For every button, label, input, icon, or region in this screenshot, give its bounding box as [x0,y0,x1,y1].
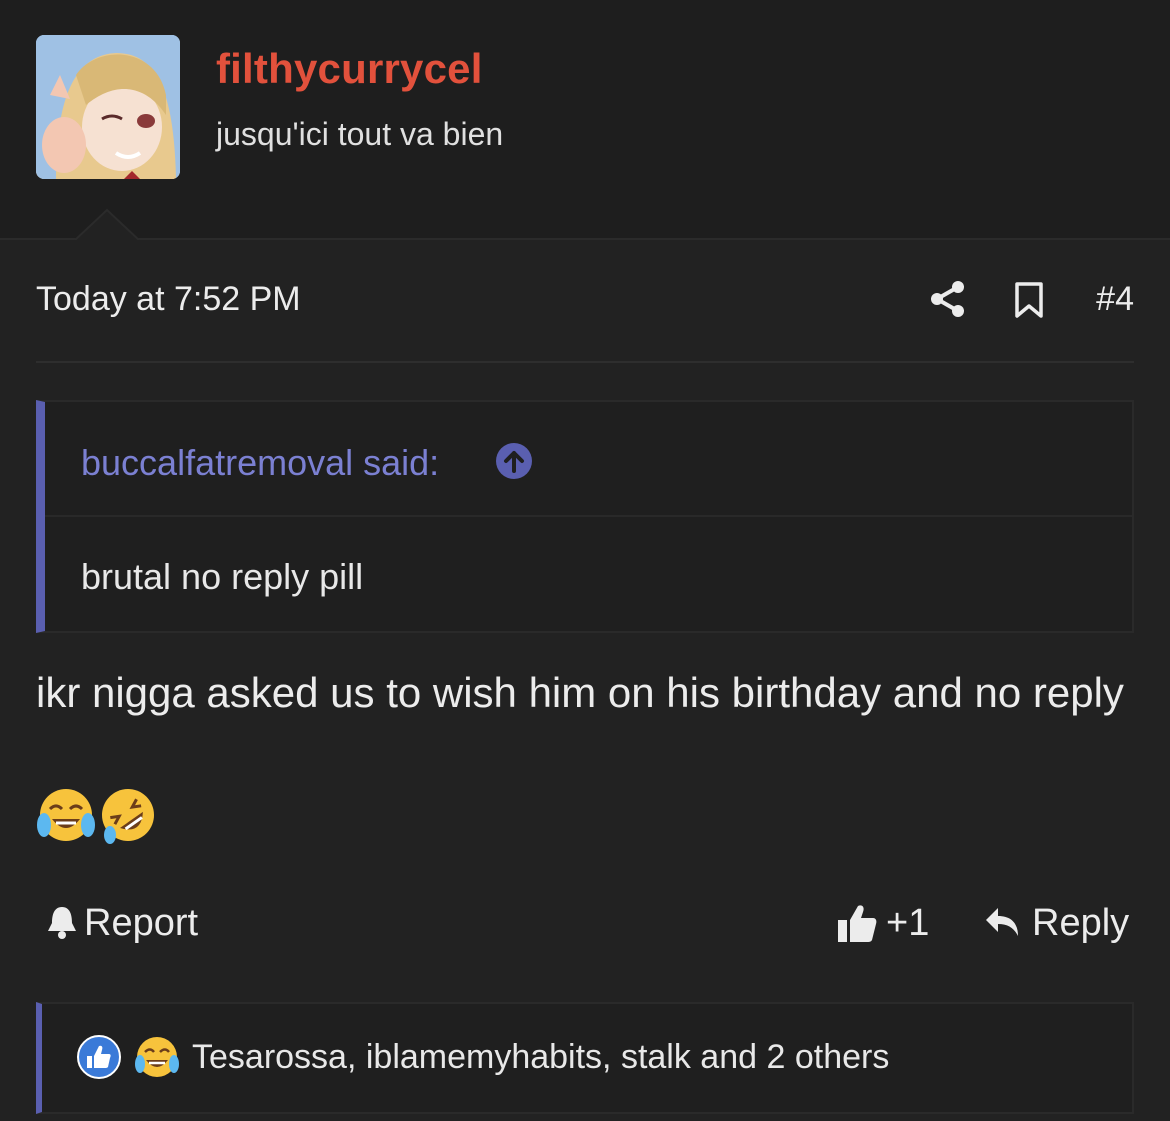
bell-icon [48,907,76,939]
username[interactable]: filthycurrycel [216,45,483,93]
like-reaction-icon [77,1035,121,1079]
thumbs-up-icon [838,905,877,942]
emoji-row [36,785,166,847]
quote-author[interactable]: buccalfatremoval said: [81,442,439,484]
share-icon[interactable] [929,280,967,318]
post-actions: Report +1 Reply [36,900,1134,946]
post-number[interactable]: #4 [1096,280,1134,319]
avatar-image [36,35,180,179]
post-message: ikr nigga asked us to wish him on his bi… [36,669,1124,716]
reactions-users-text[interactable]: Tesarossa, iblamemyhabits, stalk and 2 o… [192,1038,889,1077]
quote-header: buccalfatremoval said: [45,402,1132,517]
tears-of-joy-emoji-icon [37,789,95,841]
forum-post-page: filthycurrycel jusqu'ici tout va bien To… [0,0,1170,1121]
meta-divider [36,361,1134,363]
quote-text: brutal no reply pill [81,556,364,597]
reactions-bar: Tesarossa, iblamemyhabits, stalk and 2 o… [36,1002,1134,1114]
pointer-arrow-icon [74,208,140,241]
quote-block: buccalfatremoval said: brutal no reply p… [36,400,1134,633]
post-timestamp[interactable]: Today at 7:52 PM [36,280,301,319]
user-header: filthycurrycel jusqu'ici tout va bien [0,0,1170,241]
reply-button[interactable]: Reply [984,900,1134,946]
like-count: +1 [886,902,930,944]
post-meta: Today at 7:52 PM #4 [36,280,1134,322]
laugh-reaction-icon [135,1037,179,1077]
jump-to-quote-icon[interactable] [495,442,533,480]
user-title: jusqu'ici tout va bien [216,116,504,152]
reply-label: Reply [1032,902,1130,944]
rofl-emoji-icon [102,789,154,844]
reply-arrow-icon [986,908,1018,936]
post-body: Today at 7:52 PM #4 buccalfatremoval sai… [0,240,1170,1121]
user-avatar[interactable] [36,35,180,179]
report-label: Report [84,902,199,944]
bookmark-icon[interactable] [1013,282,1045,318]
